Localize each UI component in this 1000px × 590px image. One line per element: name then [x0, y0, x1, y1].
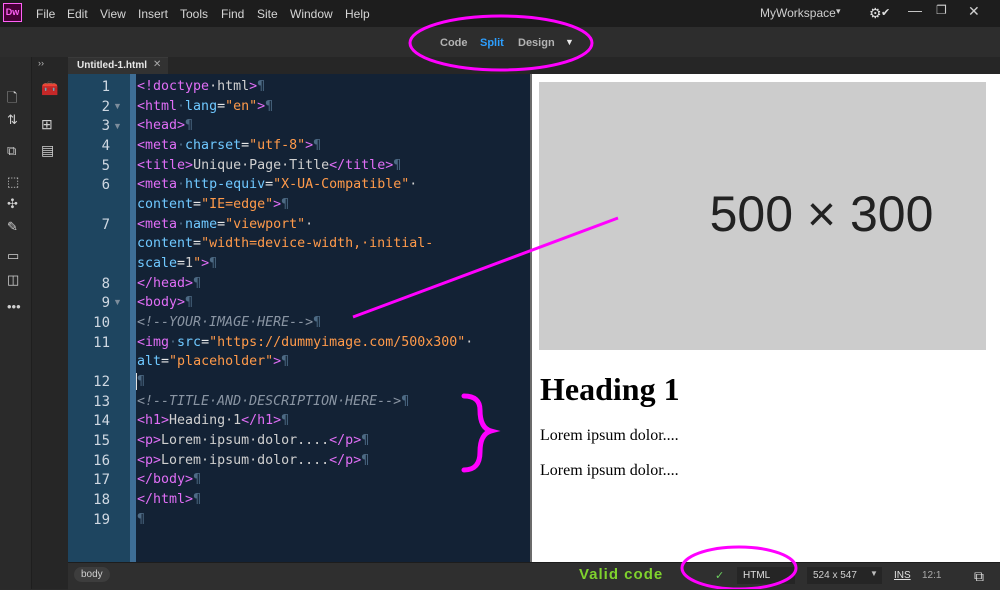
html-highlight-ellipse [680, 545, 798, 589]
view-switcher-highlight-ellipse [408, 14, 594, 72]
image-pointer-line [352, 216, 619, 319]
curly-brace-annotation [461, 393, 501, 473]
annotation-overlay [352, 14, 798, 589]
